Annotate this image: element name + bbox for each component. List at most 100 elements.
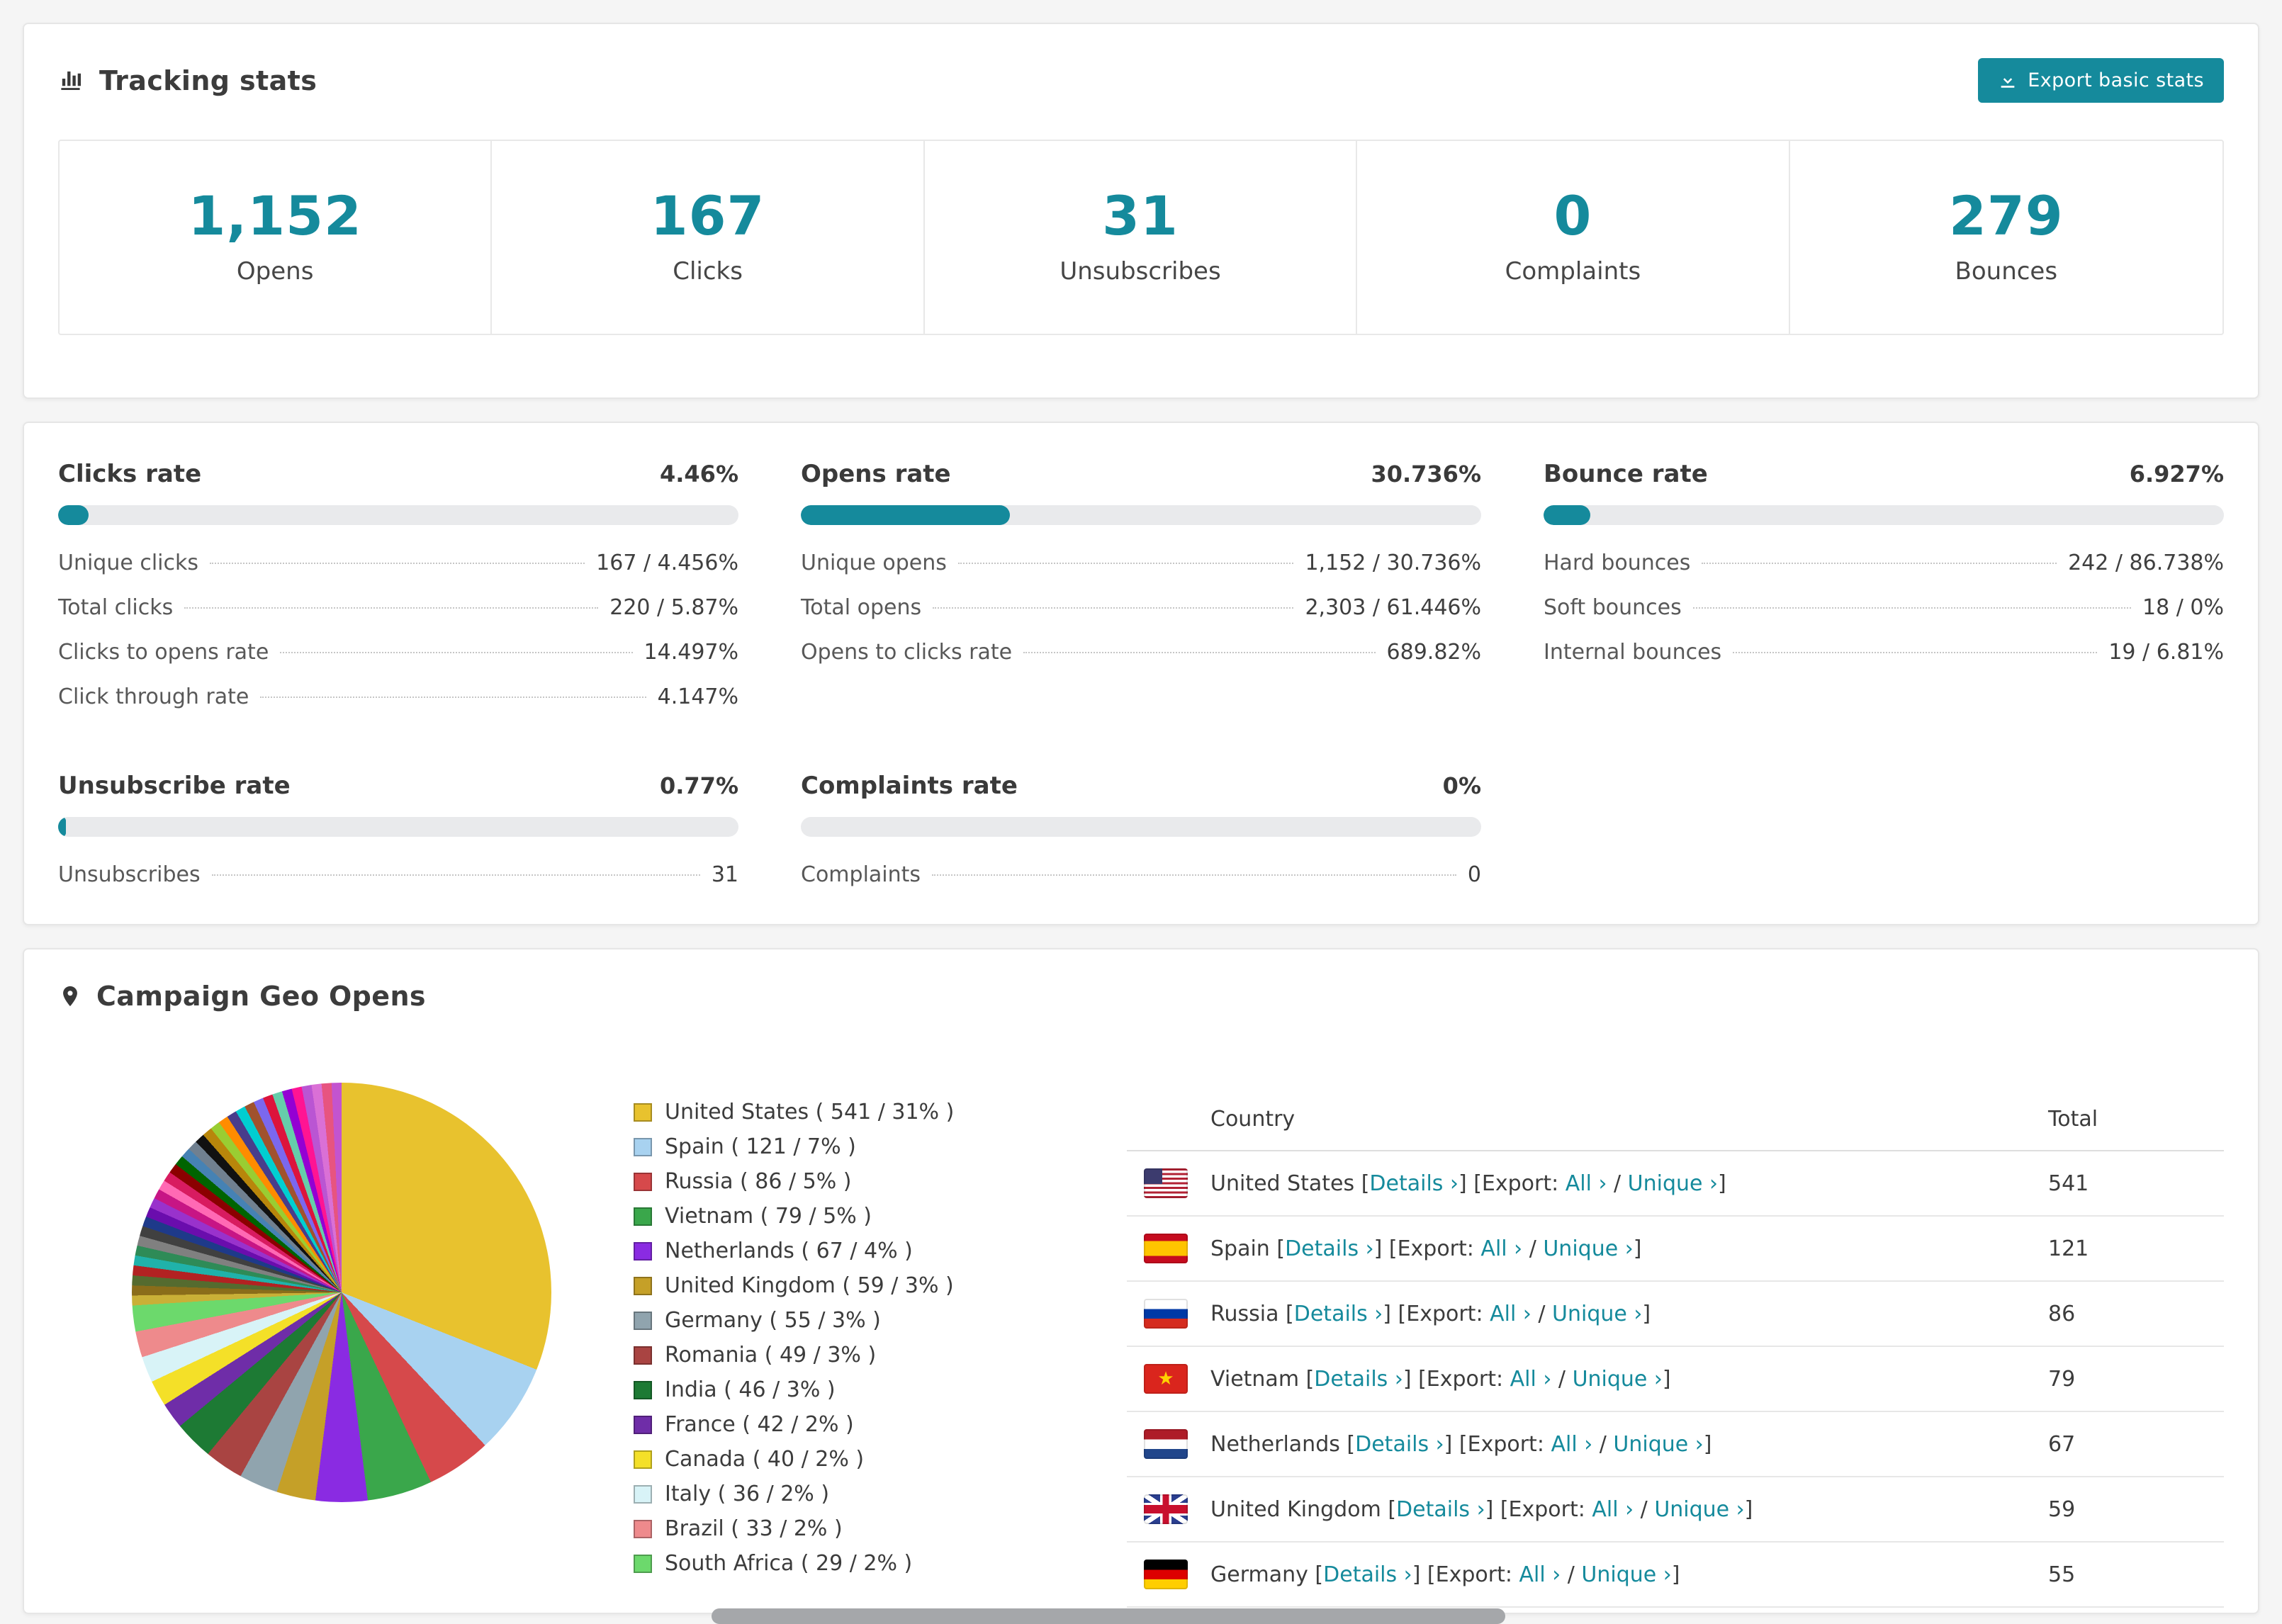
legend-label: United States ( 541 / 31% ) xyxy=(665,1100,955,1124)
pie-legend: United States ( 541 / 31% ) Spain ( 121 … xyxy=(634,1100,1090,1586)
legend-swatch xyxy=(634,1415,652,1434)
rate-title: Clicks rate xyxy=(58,460,202,488)
details-link[interactable]: Details › xyxy=(1314,1367,1403,1392)
rate-stat-row: Unsubscribes 31 xyxy=(58,862,738,887)
geo-table-row: Vietnam [Details ›] [Export: All › / Uni… xyxy=(1127,1347,2224,1412)
legend-label: Russia ( 86 / 5% ) xyxy=(665,1169,852,1194)
rate-stat-row: Hard bounces 242 / 86.738% xyxy=(1544,551,2224,575)
country-name: Vietnam xyxy=(1210,1366,1300,1392)
legend-item: India ( 46 / 3% ) xyxy=(634,1377,1090,1402)
rate-row-label: Internal bounces xyxy=(1544,640,1722,665)
rate-row-label: Opens to clicks rate xyxy=(801,640,1013,665)
legend-label: Spain ( 121 / 7% ) xyxy=(665,1134,856,1159)
tracking-stats-card: Tracking stats Export basic stats 1,152 … xyxy=(23,23,2259,399)
export-all-link[interactable]: All › xyxy=(1519,1562,1561,1587)
export-basic-stats-button[interactable]: Export basic stats xyxy=(1978,58,2224,103)
export-all-link[interactable]: All › xyxy=(1490,1302,1531,1326)
legend-swatch xyxy=(634,1554,652,1573)
rate-stat-row: Soft bounces 18 / 0% xyxy=(1544,595,2224,620)
legend-label: Brazil ( 33 / 2% ) xyxy=(665,1516,843,1541)
stat-box: 279 Bounces xyxy=(1790,141,2222,334)
rate-row-value: 1,152 / 30.736% xyxy=(1305,551,1481,575)
stat-boxes: 1,152 Opens 167 Clicks 31 Unsubscribes 0… xyxy=(58,140,2224,335)
rate-rows: Hard bounces 242 / 86.738% Soft bounces … xyxy=(1544,551,2224,665)
dotted-leader xyxy=(210,563,585,564)
country-name: Netherlands xyxy=(1210,1431,1340,1457)
rate-progress-fill xyxy=(1544,505,1591,525)
rate-row-label: Total clicks xyxy=(58,595,174,620)
export-all-link[interactable]: All › xyxy=(1480,1236,1522,1261)
rate-stat-row: Total clicks 220 / 5.87% xyxy=(58,595,738,620)
country-flag-icon xyxy=(1144,1364,1188,1394)
country-name: Russia xyxy=(1210,1301,1279,1326)
rate-title: Opens rate xyxy=(801,460,951,488)
rate-title: Bounce rate xyxy=(1544,460,1708,488)
country-column-header: Country xyxy=(1210,1107,1295,1132)
export-unique-link[interactable]: Unique › xyxy=(1613,1432,1703,1457)
rate-row-value: 2,303 / 61.446% xyxy=(1305,595,1481,620)
export-all-link[interactable]: All › xyxy=(1592,1497,1634,1522)
export-all-link[interactable]: All › xyxy=(1551,1432,1592,1457)
geo-table-header: Country Total xyxy=(1127,1088,2224,1151)
export-unique-link[interactable]: Unique › xyxy=(1654,1497,1744,1522)
country-cell: Spain [Details ›] [Export: All › / Uniqu… xyxy=(1210,1236,1642,1261)
country-total: 86 xyxy=(2048,1301,2076,1326)
country-name: Germany xyxy=(1210,1562,1308,1587)
rate-row-label: Unsubscribes xyxy=(58,862,201,887)
export-unique-link[interactable]: Unique › xyxy=(1543,1236,1633,1261)
export-all-link[interactable]: All › xyxy=(1566,1171,1607,1196)
dotted-leader xyxy=(260,697,646,698)
legend-label: Germany ( 55 / 3% ) xyxy=(665,1308,881,1333)
stat-value: 279 xyxy=(1948,184,2064,247)
rate-row-value: 14.497% xyxy=(643,640,738,665)
details-link[interactable]: Details › xyxy=(1355,1432,1444,1457)
rate-progress-bar xyxy=(1544,505,2224,525)
stat-value: 0 xyxy=(1553,184,1592,247)
export-all-link[interactable]: All › xyxy=(1510,1367,1552,1392)
legend-swatch xyxy=(634,1207,652,1226)
rate-rows: Unique opens 1,152 / 30.736% Total opens… xyxy=(801,551,1481,665)
geo-title: Campaign Geo Opens xyxy=(96,981,426,1012)
export-unique-link[interactable]: Unique › xyxy=(1573,1367,1663,1392)
details-link[interactable]: Details › xyxy=(1369,1171,1458,1196)
tracking-stats-page: Tracking stats Export basic stats 1,152 … xyxy=(0,0,2282,1624)
country-flag-icon xyxy=(1144,1234,1188,1263)
details-link[interactable]: Details › xyxy=(1396,1497,1485,1522)
stat-label: Complaints xyxy=(1505,257,1641,286)
country-flag-icon xyxy=(1144,1494,1188,1524)
dotted-leader xyxy=(1692,607,2132,609)
legend-item: Germany ( 55 / 3% ) xyxy=(634,1308,1090,1333)
rate-stat-row: Unique clicks 167 / 4.456% xyxy=(58,551,738,575)
rate-row-label: Hard bounces xyxy=(1544,551,1691,575)
details-link[interactable]: Details › xyxy=(1294,1302,1383,1326)
legend-item: Russia ( 86 / 5% ) xyxy=(634,1169,1090,1194)
export-unique-link[interactable]: Unique › xyxy=(1581,1562,1671,1587)
legend-swatch xyxy=(634,1450,652,1469)
legend-item: France ( 42 / 2% ) xyxy=(634,1412,1090,1437)
country-cell: United States [Details ›] [Export: All ›… xyxy=(1210,1171,1726,1196)
country-cell: Netherlands [Details ›] [Export: All › /… xyxy=(1210,1431,1712,1457)
legend-item: Spain ( 121 / 7% ) xyxy=(634,1134,1090,1159)
dotted-leader xyxy=(280,652,633,653)
rate-block: Opens rate 30.736% Unique opens 1,152 / … xyxy=(801,460,1481,709)
legend-label: Romania ( 49 / 3% ) xyxy=(665,1343,877,1368)
legend-label: Italy ( 36 / 2% ) xyxy=(665,1482,830,1506)
geo-pie-chart xyxy=(132,1083,551,1502)
export-unique-link[interactable]: Unique › xyxy=(1552,1302,1642,1326)
rate-progress-fill xyxy=(58,817,66,837)
details-link[interactable]: Details › xyxy=(1285,1236,1374,1261)
geo-header: Campaign Geo Opens xyxy=(58,981,2224,1012)
country-cell: Vietnam [Details ›] [Export: All › / Uni… xyxy=(1210,1366,1671,1392)
dotted-leader xyxy=(933,607,1294,609)
geo-table-row: Russia [Details ›] [Export: All › / Uniq… xyxy=(1127,1282,2224,1347)
geo-table-row: Spain [Details ›] [Export: All › / Uniqu… xyxy=(1127,1217,2224,1282)
export-unique-link[interactable]: Unique › xyxy=(1628,1171,1718,1196)
legend-item: Vietnam ( 79 / 5% ) xyxy=(634,1204,1090,1229)
details-link[interactable]: Details › xyxy=(1323,1562,1412,1587)
legend-item: Italy ( 36 / 2% ) xyxy=(634,1482,1090,1506)
rate-rows: Complaints 0 xyxy=(801,862,1481,887)
legend-swatch xyxy=(634,1519,652,1538)
horizontal-scrollbar-thumb[interactable] xyxy=(712,1608,1505,1624)
rate-percentage: 6.927% xyxy=(2129,461,2224,487)
country-flag-icon xyxy=(1144,1429,1188,1459)
